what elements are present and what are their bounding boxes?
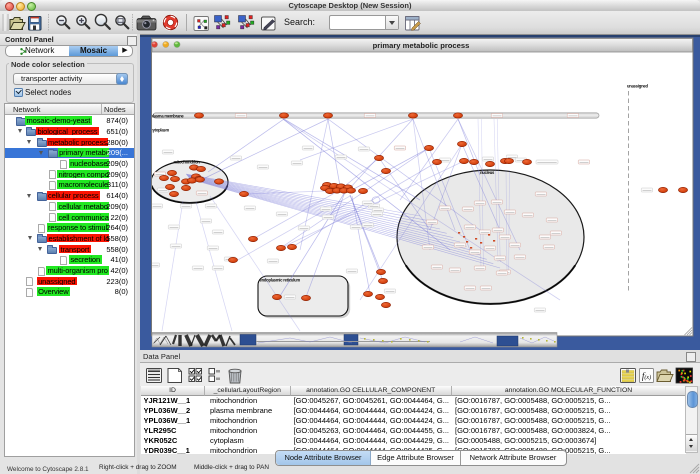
svg-text:cytoplasm: cytoplasm (151, 128, 170, 133)
svg-text:primary metabolic process: primary metabolic process (373, 41, 470, 50)
svg-text:nucleus: nucleus (480, 170, 495, 175)
svg-text:mitochondrion: mitochondrion (174, 160, 201, 165)
svg-text:unassigned: unassigned (627, 84, 648, 89)
svg-text:plasma membrane: plasma membrane (151, 114, 185, 119)
svg-text:endoplasmic reticulum: endoplasmic reticulum (260, 278, 301, 283)
